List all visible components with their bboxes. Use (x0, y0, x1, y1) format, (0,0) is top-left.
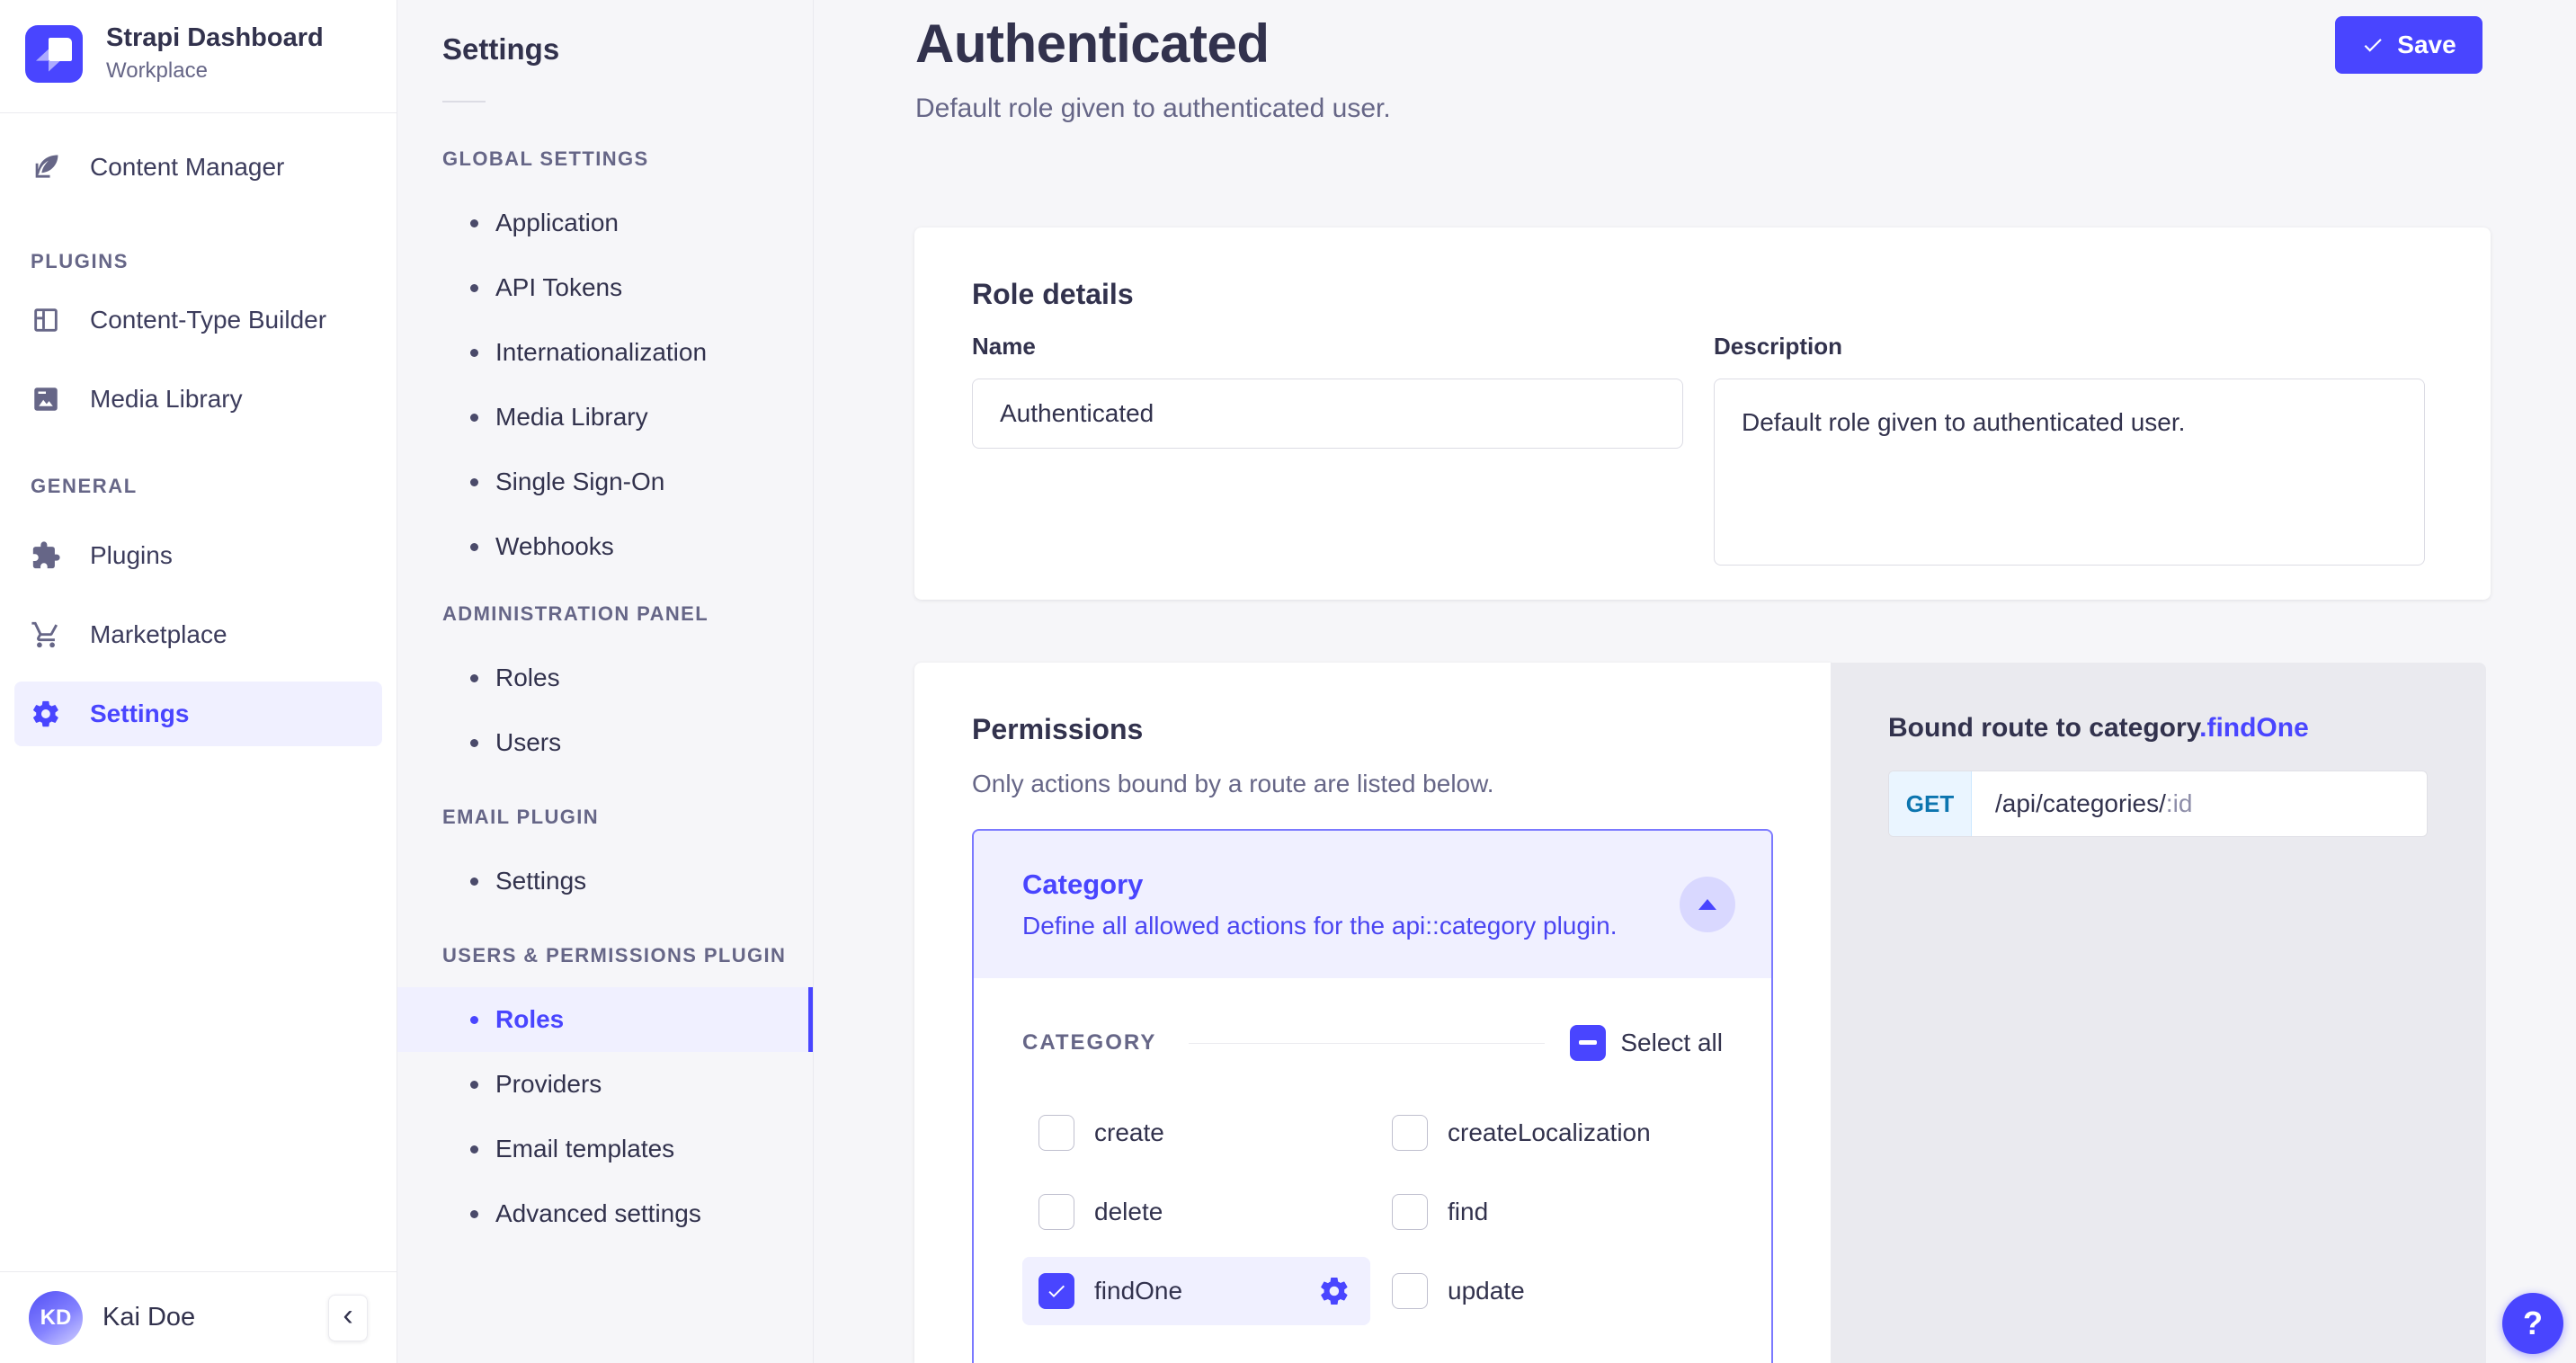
permission-delete: delete (1022, 1194, 1376, 1230)
workspace-subtitle: Workplace (106, 58, 324, 84)
strapi-logo-icon (25, 25, 83, 83)
subnav-item-up-roles[interactable]: Roles (397, 987, 813, 1052)
category-group-label: CATEGORY (1022, 1030, 1156, 1056)
subnav-item-media-library[interactable]: Media Library (397, 385, 813, 450)
divider (1189, 1043, 1545, 1044)
findOne-checkbox[interactable] (1038, 1273, 1074, 1309)
category-accordion: Category Define all allowed actions for … (972, 829, 1773, 1363)
sidebar-item-settings[interactable]: Settings (14, 682, 382, 746)
nav-section-general: GENERAL (0, 475, 397, 498)
select-all-checkbox[interactable] (1570, 1025, 1606, 1061)
permission-findOne[interactable]: findOne (1022, 1257, 1370, 1325)
subnav-item-up-advanced-settings[interactable]: Advanced settings (397, 1181, 813, 1246)
http-method-badge: GET (1889, 771, 1972, 836)
chevron-left-icon: ‹ (343, 1298, 352, 1333)
subnav-divider (442, 101, 486, 102)
shopping-cart-icon (31, 619, 61, 650)
sidebar-item-marketplace[interactable]: Marketplace (14, 602, 382, 667)
permissions-grid: create createLocalization delete (1022, 1093, 1723, 1331)
page-subtitle: Default role given to authenticated user… (915, 94, 1391, 124)
sidebar-footer: KD Kai Doe ‹ (0, 1271, 397, 1363)
page-title: Authenticated (915, 13, 1270, 75)
description-textarea[interactable]: Default role given to authenticated user… (1714, 379, 2425, 566)
subnav-item-up-email-templates[interactable]: Email templates (397, 1117, 813, 1181)
sidebar-item-plugins[interactable]: Plugins (14, 523, 382, 588)
route-display: GET /api/categories/:id (1888, 771, 2428, 837)
find-checkbox[interactable] (1392, 1194, 1428, 1230)
bound-route-action: .findOne (2199, 713, 2309, 743)
bound-route-panel: Bound route to category.findOne GET /api… (1831, 663, 2486, 1363)
subnav-item-email-settings[interactable]: Settings (397, 849, 813, 913)
accordion-subtitle: Define all allowed actions for the api::… (1022, 912, 1618, 940)
sidebar-item-label: Content Manager (90, 153, 284, 182)
route-param: :id (2166, 789, 2193, 817)
puzzle-icon (31, 540, 61, 571)
subnav-section-global-settings: GLOBAL SETTINGS (397, 149, 813, 169)
sidebar-item-content-manager[interactable]: Content Manager (14, 135, 382, 200)
bound-route-title: Bound route to category.findOne (1888, 713, 2429, 744)
help-button[interactable]: ? (2502, 1293, 2563, 1354)
subnav-section-email-plugin: EMAIL PLUGIN (397, 807, 813, 827)
sidebar-item-label: Media Library (90, 385, 243, 414)
subnav-section-users-permissions-plugin: USERS & PERMISSIONS PLUGIN (397, 946, 813, 966)
name-label: Name (972, 333, 1683, 361)
sidebar-item-label: Plugins (90, 541, 173, 570)
subnav-item-application[interactable]: Application (397, 191, 813, 255)
layout-grid-icon (31, 305, 61, 335)
nav-section-plugins: PLUGINS (0, 250, 397, 273)
collapse-sidebar-button[interactable]: ‹ (328, 1295, 368, 1341)
category-accordion-body: CATEGORY Select all create cr (974, 978, 1771, 1363)
subnav-section-administration-panel: ADMINISTRATION PANEL (397, 604, 813, 624)
subnav-item-internationalization[interactable]: Internationalization (397, 320, 813, 385)
check-icon (2361, 33, 2384, 57)
main-sidebar: Strapi Dashboard Workplace Content Manag… (0, 0, 397, 1363)
subnav-item-api-tokens[interactable]: API Tokens (397, 255, 813, 320)
sidebar-item-media-library[interactable]: Media Library (14, 367, 382, 432)
accordion-title: Category (1022, 869, 1618, 901)
subnav-item-single-sign-on[interactable]: Single Sign-On (397, 450, 813, 514)
triangle-up-icon (1698, 897, 1717, 912)
feather-pen-icon (31, 152, 61, 183)
check-icon (1046, 1280, 1067, 1302)
question-mark-icon: ? (2523, 1305, 2543, 1342)
gear-icon (31, 699, 61, 729)
sidebar-item-label: Content-Type Builder (90, 306, 326, 334)
description-label: Description (1714, 333, 2425, 361)
indeterminate-icon (1579, 1040, 1597, 1046)
role-details-card: Role details Name Description Default ro… (914, 227, 2491, 600)
user-name: Kai Doe (103, 1303, 195, 1332)
subnav-item-admin-users[interactable]: Users (397, 710, 813, 775)
name-input[interactable] (972, 379, 1683, 449)
collapse-accordion-button[interactable] (1680, 877, 1735, 932)
delete-checkbox[interactable] (1038, 1194, 1074, 1230)
settings-subnav: Settings GLOBAL SETTINGS Application API… (397, 0, 814, 1363)
route-path: /api/categories/:id (1972, 789, 2192, 818)
subnav-item-up-providers[interactable]: Providers (397, 1052, 813, 1117)
picture-icon (31, 384, 61, 414)
sidebar-item-label: Settings (90, 699, 189, 728)
permission-settings-gear-icon[interactable] (1318, 1275, 1350, 1307)
workspace-brand[interactable]: Strapi Dashboard Workplace (0, 0, 397, 113)
select-all-label: Select all (1620, 1029, 1723, 1057)
save-button[interactable]: Save (2335, 16, 2482, 74)
createLocalization-checkbox[interactable] (1392, 1115, 1428, 1151)
permissions-heading: Permissions (972, 713, 1773, 746)
create-checkbox[interactable] (1038, 1115, 1074, 1151)
permission-update: update (1376, 1273, 1723, 1309)
permission-createLocalization: createLocalization (1376, 1115, 1723, 1151)
permissions-subtitle: Only actions bound by a route are listed… (972, 770, 1773, 798)
subnav-item-admin-roles[interactable]: Roles (397, 646, 813, 710)
sidebar-item-content-type-builder[interactable]: Content-Type Builder (14, 288, 382, 352)
role-details-heading: Role details (972, 278, 2433, 311)
subnav-item-webhooks[interactable]: Webhooks (397, 514, 813, 579)
workspace-title: Strapi Dashboard (106, 23, 324, 53)
category-accordion-header[interactable]: Category Define all allowed actions for … (974, 831, 1771, 978)
permissions-card: Permissions Only actions bound by a rout… (914, 663, 1831, 1363)
permission-create: create (1022, 1115, 1376, 1151)
update-checkbox[interactable] (1392, 1273, 1428, 1309)
sidebar-item-label: Marketplace (90, 620, 227, 649)
avatar: KD (29, 1291, 83, 1345)
permission-find: find (1376, 1194, 1723, 1230)
subnav-title: Settings (397, 32, 813, 67)
